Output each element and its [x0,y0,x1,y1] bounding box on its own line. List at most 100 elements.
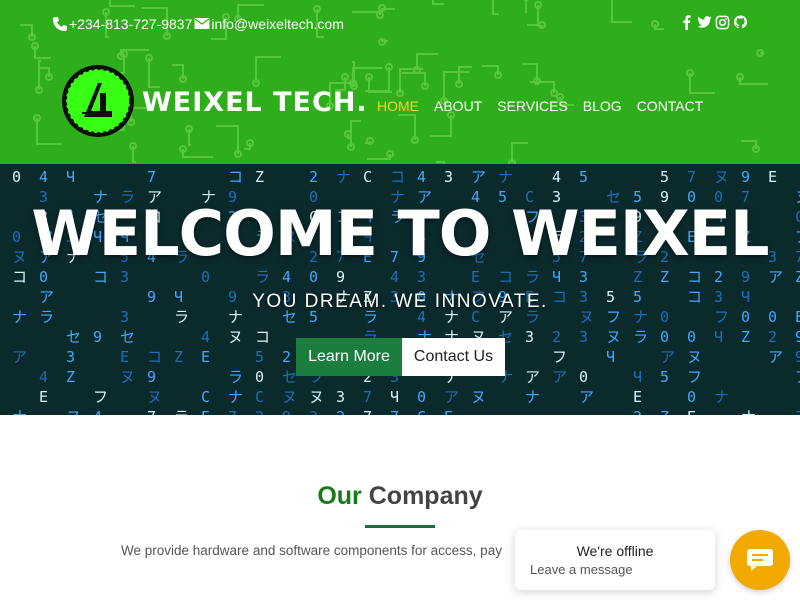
matrix-glyph: ヌ [471,388,486,406]
hero-subtitle: YOU DREAM. WE INNOVATE. [252,291,548,312]
phone-number: +234-813-727-9837 [69,16,193,32]
contact-bar: +234-813-727-9837 info@weixeltech.com [52,12,346,36]
contact-us-button[interactable]: Contact Us [402,338,505,376]
nav-item-blog[interactable]: BLOG [583,96,622,116]
twitter-icon[interactable] [697,14,712,30]
matrix-glyph: 2 [633,408,642,415]
chat-leave-message[interactable]: Leave a message [530,562,633,578]
matrix-glyph: コ [228,168,243,186]
site-header: +234-813-727-9837 info@weixeltech.com WE… [0,0,800,164]
matrix-glyph: C [255,388,264,406]
social-links [679,14,748,30]
matrix-glyph: 5 [660,368,669,386]
matrix-glyph: 2 [282,348,291,366]
matrix-glyph: 9 [795,348,800,366]
matrix-glyph: E [201,348,210,366]
circuit-trace [182,149,213,158]
matrix-glyph: 2 [768,328,777,346]
matrix-glyph: Z [174,348,183,366]
matrix-glyph: フ [93,388,108,406]
matrix-glyph: ア [768,348,783,366]
matrix-glyph: 3 [66,348,75,366]
matrix-glyph: 3 [336,388,345,406]
matrix-glyph: ヌ [687,348,702,366]
matrix-glyph: 0 [687,388,696,406]
matrix-glyph: ア [795,368,800,386]
matrix-glyph: 7 [363,408,372,415]
matrix-glyph: フ [552,348,567,366]
nav-item-contact[interactable]: CONTACT [637,96,704,116]
matrix-glyph: 9 [282,408,291,415]
chat-icon [747,549,773,571]
matrix-glyph: C [201,388,210,406]
circuit-trace [352,11,381,15]
matrix-glyph: ヌ [309,388,324,406]
email-link[interactable]: info@weixeltech.com [194,16,344,32]
matrix-glyph: 4 [39,168,48,186]
matrix-glyph: ア [579,388,594,406]
matrix-glyph: ラ [174,408,189,415]
matrix-glyph: ヌ [282,388,297,406]
chat-prompt-card[interactable]: We're offline Leave a message [515,530,715,590]
circuit-trace [350,120,361,147]
nav-item-about[interactable]: ABOUT [434,96,482,116]
matrix-glyph: コ [147,348,162,366]
nav-item-services[interactable]: SERVICES [497,96,568,116]
matrix-glyph: ヌ [147,388,162,406]
matrix-glyph: ナ [498,168,513,186]
matrix-glyph: ヌ [228,328,243,346]
matrix-glyph: ア [12,348,27,366]
circuit-trace [398,114,416,140]
instagram-icon[interactable] [715,14,730,30]
circuit-trace [492,0,499,15]
learn-more-button[interactable]: Learn More [296,338,402,376]
matrix-glyph: 3 [444,168,453,186]
circuit-trace [739,77,768,85]
matrix-glyph: E [768,168,777,186]
circuit-trace [216,125,239,154]
matrix-glyph: ヌ [606,328,621,346]
matrix-glyph: 2 [336,408,345,415]
circuit-trace [430,115,452,137]
matrix-glyph: 7 [687,168,696,186]
matrix-glyph: ナ [336,168,351,186]
chat-launcher-button[interactable] [730,530,790,590]
matrix-glyph: Z [795,408,800,415]
facebook-icon[interactable] [679,14,694,30]
chat-status: We're offline [576,543,654,559]
matrix-glyph: ア [525,368,540,386]
matrix-glyph: Ч [714,328,723,346]
matrix-glyph: ラ [228,368,243,386]
main-nav: HOME ABOUT SERVICES BLOG CONTACT [377,96,703,116]
matrix-glyph: ナ [525,388,540,406]
matrix-glyph: 9 [795,328,800,346]
github-icon[interactable] [733,14,748,30]
site-logo[interactable] [60,63,136,139]
matrix-glyph: ア [660,348,675,366]
circuit-trace [36,118,62,145]
matrix-glyph: 9 [147,368,156,386]
matrix-glyph: Z [255,168,264,186]
phone-link[interactable]: +234-813-727-9837 [52,16,192,32]
matrix-glyph: E [39,388,48,406]
circuit-trace [255,56,281,83]
matrix-glyph: 7 [147,408,156,415]
circuit-trace [611,0,632,23]
matrix-glyph: コ [255,328,270,346]
matrix-glyph: 0 [417,388,426,406]
section-description: We provide hardware and software compone… [121,543,502,558]
matrix-glyph: ヌ [714,168,729,186]
matrix-glyph: 4 [39,368,48,386]
matrix-glyph: 7 [228,408,237,415]
email-address: info@weixeltech.com [211,16,344,32]
matrix-glyph: ナ [714,388,729,406]
matrix-glyph: 0 [255,368,264,386]
matrix-glyph: Ч [390,388,399,406]
brand-name[interactable]: WEIXEL TECH. [142,86,368,120]
matrix-glyph: 7 [390,408,399,415]
matrix-glyph: 0 [687,328,696,346]
nav-item-home[interactable]: HOME [377,96,419,116]
matrix-glyph: 2 [309,168,318,186]
section-divider [365,525,435,528]
matrix-glyph: ラ [633,328,648,346]
